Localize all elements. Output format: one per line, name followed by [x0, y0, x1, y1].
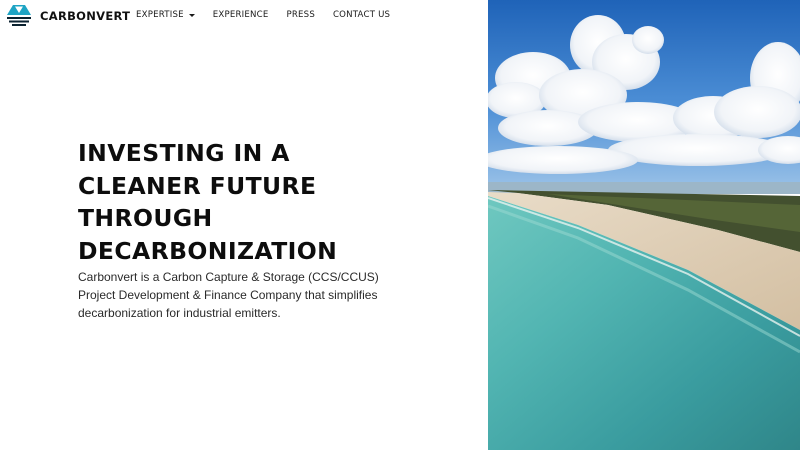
- nav-item-label: CONTACT US: [332, 10, 391, 20]
- site-header: CARBONVERT EXPERTISE EXPERIENCE PRESS CO…: [0, 0, 488, 32]
- page: CARBONVERT EXPERTISE EXPERIENCE PRESS CO…: [0, 0, 800, 450]
- nav-item-label: EXPERTISE: [136, 10, 184, 20]
- nav-item-experience[interactable]: EXPERIENCE: [213, 10, 269, 20]
- hero-heading-line: DECARBONIZATION: [78, 236, 338, 265]
- nav-item-label: PRESS: [286, 10, 315, 20]
- brand-name: CARBONVERT: [40, 9, 131, 23]
- hero-heading-line: THROUGH: [78, 204, 213, 232]
- nav-item-expertise[interactable]: EXPERTISE: [136, 10, 195, 20]
- hero-beach-image: [488, 0, 800, 450]
- hero-heading: INVESTING IN A CLEANER FUTURE THROUGH DE…: [78, 137, 458, 267]
- hero-heading-line: INVESTING IN A: [78, 139, 290, 167]
- logo-link[interactable]: CARBONVERT: [6, 4, 130, 28]
- carbonvert-logo-icon: [7, 5, 31, 26]
- nav-item-press[interactable]: PRESS: [286, 10, 315, 20]
- nav-item-contact-us[interactable]: CONTACT US: [333, 10, 390, 20]
- nav-item-label: EXPERIENCE: [212, 10, 269, 20]
- chevron-down-icon: [188, 13, 195, 17]
- hero-heading-line: CLEANER FUTURE: [78, 171, 317, 200]
- hero-description: Carbonvert is a Carbon Capture & Storage…: [78, 270, 379, 320]
- main-nav: EXPERTISE EXPERIENCE PRESS CONTACT US: [136, 10, 408, 20]
